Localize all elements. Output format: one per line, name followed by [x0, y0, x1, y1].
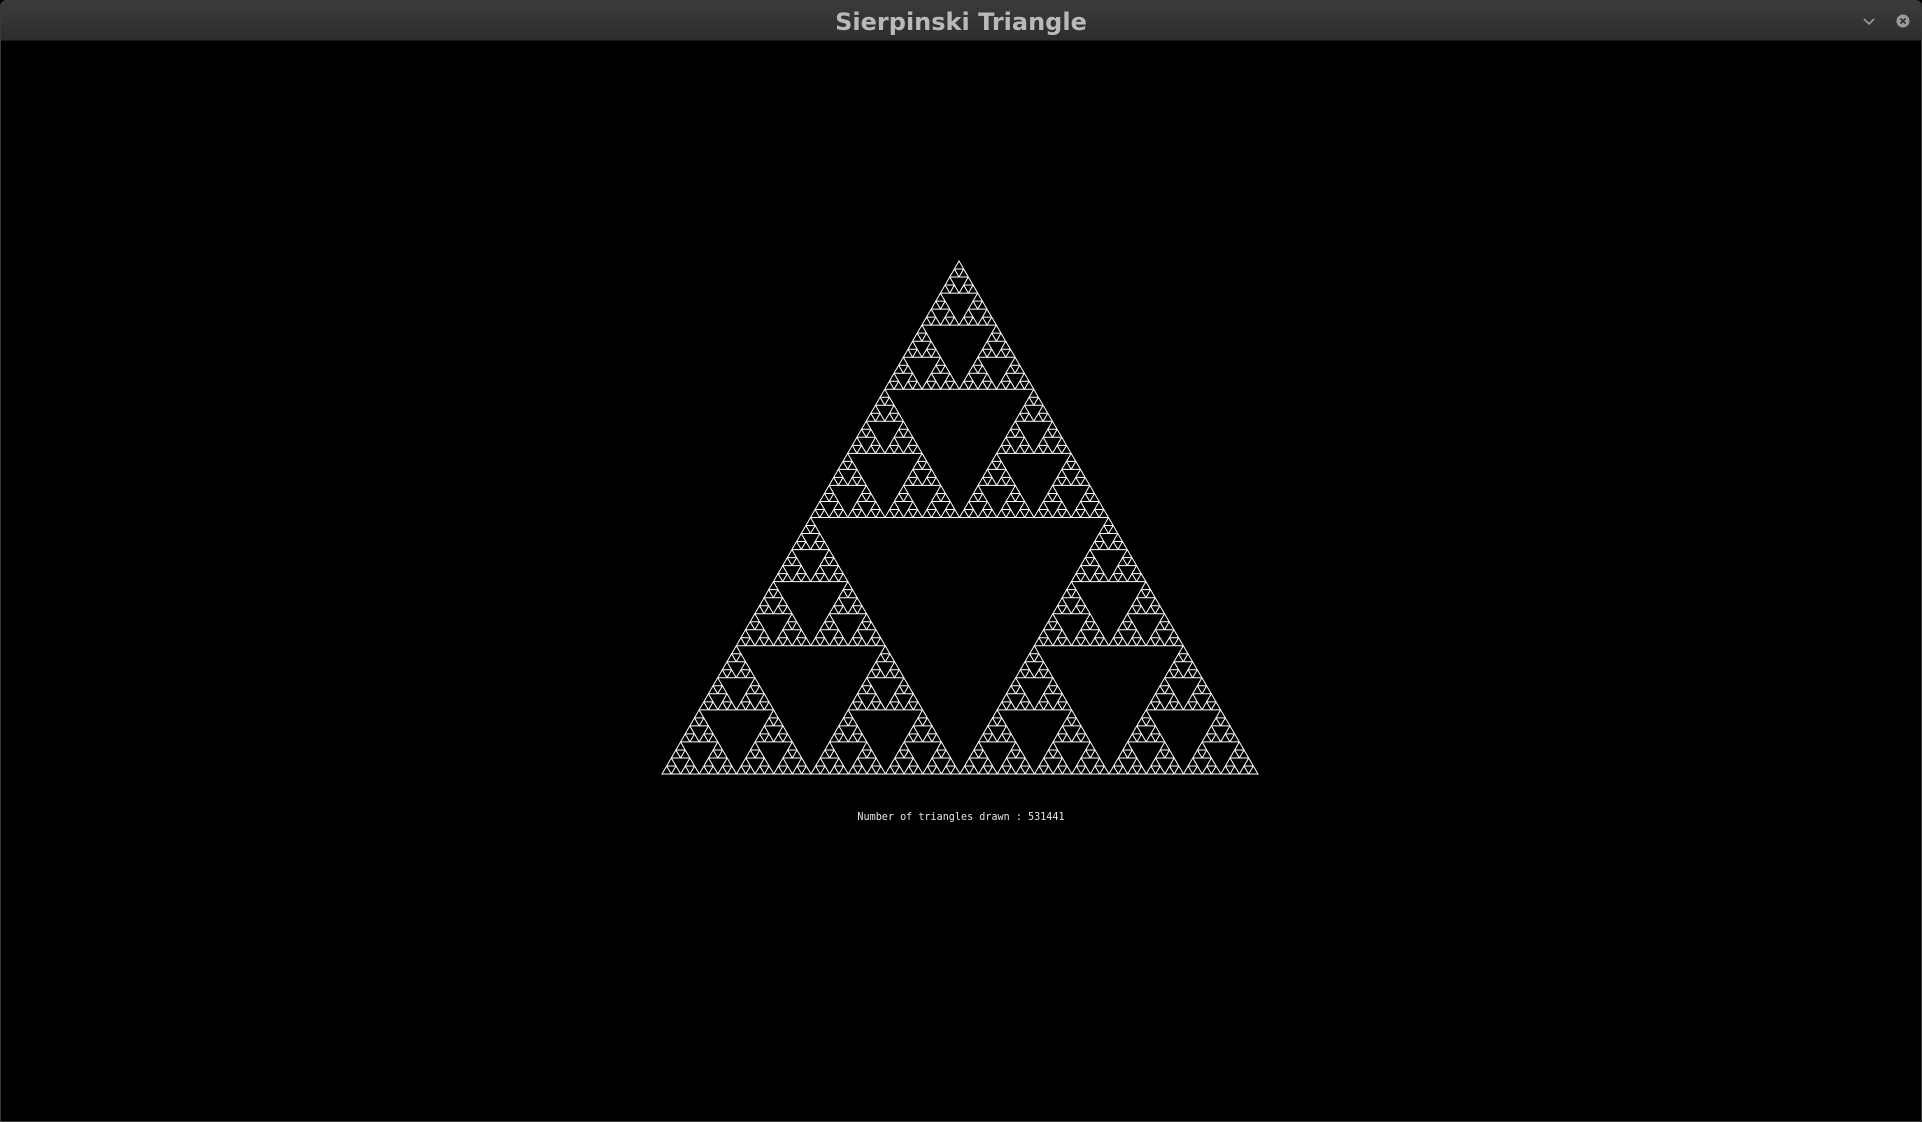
close-button[interactable]: [1893, 11, 1913, 31]
app-window: Sierpinski Triangle Number of triangles …: [0, 0, 1922, 1122]
minimize-button[interactable]: [1859, 11, 1879, 31]
window-title: Sierpinski Triangle: [835, 8, 1087, 36]
title-bar[interactable]: Sierpinski Triangle: [1, 1, 1921, 41]
chevron-down-icon: [1863, 18, 1875, 26]
fractal-triangles: [661, 260, 1259, 775]
triangle-count-caption: Number of triangles drawn : 531441: [857, 810, 1065, 823]
sierpinski-fractal: [661, 260, 1259, 775]
close-circle-icon: [1896, 14, 1910, 28]
drawing-canvas-area: Number of triangles drawn : 531441: [1, 41, 1921, 1121]
